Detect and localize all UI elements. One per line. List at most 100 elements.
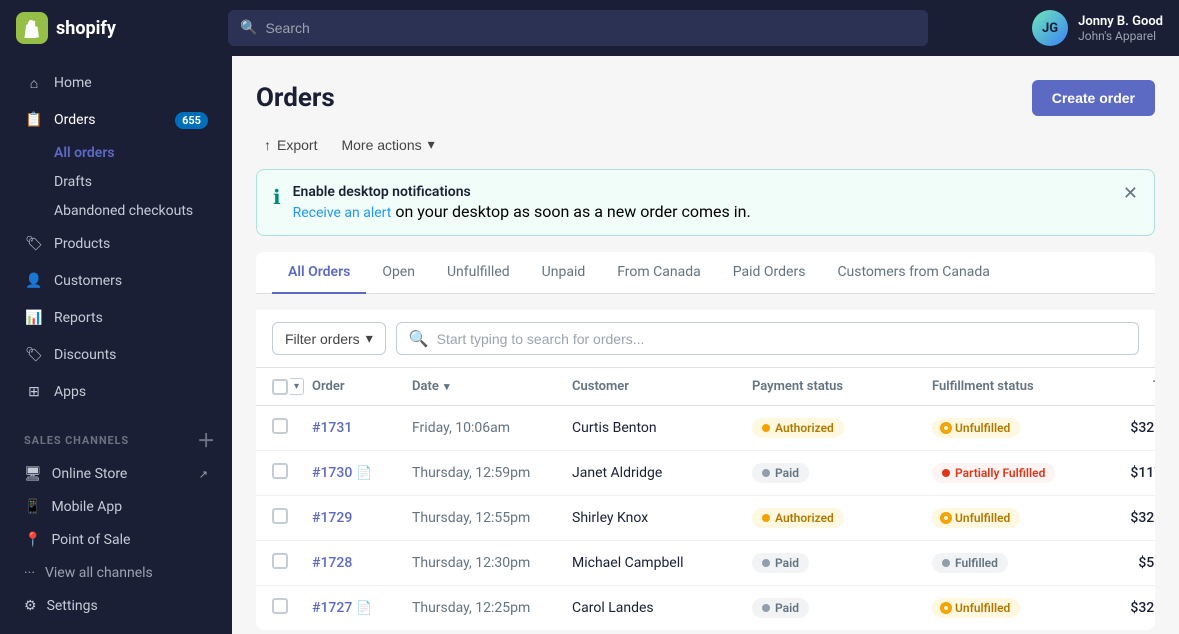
more-actions-button[interactable]: More actions ▾: [333, 132, 442, 157]
pos-icon: 📍: [24, 532, 41, 548]
payment-status-badge: Authorized: [752, 508, 844, 528]
orders-sub-menu: All orders Drafts Abandoned checkouts: [0, 139, 232, 225]
sidebar-item-label: Orders: [54, 112, 165, 128]
sidebar-item-label: Discounts: [54, 347, 208, 363]
top-nav: shopify 🔍 JG Jonny B. Good John's Appare…: [0, 0, 1179, 56]
sort-icon: ▾: [444, 380, 450, 393]
tabs: All Orders Open Unfulfilled Unpaid From …: [256, 252, 1155, 294]
col-header-total: Total: [1092, 379, 1155, 394]
badge-dot: [942, 514, 950, 522]
banner-close-button[interactable]: ✕: [1123, 184, 1138, 202]
settings-icon: ⚙: [24, 598, 37, 614]
banner-link[interactable]: Receive an alert: [293, 205, 392, 221]
fulfillment-status-cell: Unfulfilled: [932, 508, 1092, 528]
view-all-channels[interactable]: ··· View all channels: [8, 557, 224, 589]
date-cell: Thursday, 12:55pm: [412, 510, 572, 526]
total-cell: $329.00: [1092, 420, 1155, 436]
export-button[interactable]: ↑ Export: [256, 133, 325, 157]
fulfillment-status-badge: Unfulfilled: [932, 418, 1020, 438]
search-icon: 🔍: [240, 20, 257, 36]
sidebar: ⌂ Home 📋 Orders 655 All orders Drafts Ab…: [0, 56, 232, 634]
sidebar-item-reports[interactable]: 📊 Reports: [8, 300, 224, 336]
badge-dot: [762, 559, 770, 567]
row-checkbox-cell[interactable]: [272, 418, 312, 438]
tab-open[interactable]: Open: [366, 252, 431, 294]
col-header-date[interactable]: Date ▾: [412, 379, 572, 394]
header-checkbox-group[interactable]: ▾: [272, 378, 312, 395]
table-body: #1731 Friday, 10:06am Curtis Benton Auth…: [256, 406, 1155, 630]
order-link[interactable]: #1727: [312, 600, 352, 616]
total-cell: $329.00: [1092, 600, 1155, 616]
customer-cell: Carol Landes: [572, 600, 752, 616]
row-checkbox[interactable]: [272, 508, 288, 524]
global-search[interactable]: 🔍: [228, 10, 928, 46]
notification-banner: ℹ Enable desktop notifications Receive a…: [256, 169, 1155, 236]
export-icon: ↑: [264, 137, 271, 153]
tab-from-canada[interactable]: From Canada: [601, 252, 717, 294]
sidebar-item-label: Home: [54, 75, 208, 91]
sidebar-item-settings[interactable]: ⚙ Settings: [8, 590, 224, 622]
search-input[interactable]: [265, 20, 916, 36]
sidebar-item-orders[interactable]: 📋 Orders 655: [8, 102, 224, 138]
order-link[interactable]: #1731: [312, 420, 352, 436]
select-all-caret[interactable]: ▾: [290, 378, 304, 395]
logo[interactable]: shopify: [16, 12, 216, 44]
tab-paid-orders[interactable]: Paid Orders: [717, 252, 822, 294]
sidebar-item-online-store[interactable]: 🖥 Online Store ↗: [8, 458, 224, 490]
sidebar-item-apps[interactable]: ⊞ Apps: [8, 374, 224, 410]
order-search-bar[interactable]: 🔍: [396, 322, 1139, 355]
order-search-input[interactable]: [437, 331, 1126, 347]
sidebar-item-pos[interactable]: 📍 Point of Sale: [8, 524, 224, 556]
page-title: Orders: [256, 83, 335, 113]
sidebar-item-abandoned[interactable]: Abandoned checkouts: [8, 197, 224, 225]
user-area[interactable]: JG Jonny B. Good John's Apparel: [1032, 10, 1163, 46]
row-checkbox-cell[interactable]: [272, 463, 312, 483]
fulfillment-status-badge: Partially Fulfilled: [932, 463, 1055, 483]
sidebar-item-all-orders[interactable]: All orders: [8, 139, 224, 167]
order-link[interactable]: #1729: [312, 510, 352, 526]
date-cell: Thursday, 12:59pm: [412, 465, 572, 481]
filter-orders-button[interactable]: Filter orders ▾: [272, 322, 386, 355]
row-checkbox-cell[interactable]: [272, 553, 312, 573]
payment-status-cell: Paid: [752, 553, 932, 573]
order-link[interactable]: #1730: [312, 465, 352, 481]
order-link[interactable]: #1728: [312, 555, 352, 571]
badge-dot: [762, 424, 770, 432]
row-checkbox-cell[interactable]: [272, 598, 312, 618]
tab-unpaid[interactable]: Unpaid: [526, 252, 602, 294]
orders-icon: 📋: [24, 110, 44, 130]
fulfillment-status-cell: Unfulfilled: [932, 418, 1092, 438]
badge-dot: [942, 604, 950, 612]
settings-label: Settings: [47, 598, 98, 614]
row-checkbox[interactable]: [272, 598, 288, 614]
table-row: #1729 Thursday, 12:55pm Shirley Knox Aut…: [256, 496, 1155, 541]
create-order-button[interactable]: Create order: [1032, 80, 1155, 116]
external-link-icon[interactable]: ↗: [199, 468, 208, 481]
select-all-checkbox[interactable]: [272, 379, 288, 395]
banner-body: Receive an alert on your desktop as soon…: [293, 202, 1111, 221]
payment-status-badge: Paid: [752, 553, 809, 573]
sidebar-item-customers[interactable]: 👤 Customers: [8, 263, 224, 299]
payment-status-cell: Paid: [752, 598, 932, 618]
order-id-cell: #1730 📄: [312, 465, 412, 481]
order-id-cell: #1729: [312, 510, 412, 526]
row-checkbox[interactable]: [272, 463, 288, 479]
sidebar-item-drafts[interactable]: Drafts: [8, 168, 224, 196]
tab-all-orders[interactable]: All Orders: [272, 252, 366, 294]
row-checkbox-cell[interactable]: [272, 508, 312, 528]
tab-customers-canada[interactable]: Customers from Canada: [821, 252, 1005, 294]
sidebar-item-products[interactable]: 🏷 Products: [8, 226, 224, 262]
add-sales-channel-icon[interactable]: ＋: [197, 427, 216, 453]
sidebar-item-discounts[interactable]: 🏷 Discounts: [8, 337, 224, 373]
order-id-cell: #1727 📄: [312, 600, 412, 616]
sidebar-item-home[interactable]: ⌂ Home: [8, 65, 224, 101]
row-checkbox[interactable]: [272, 553, 288, 569]
row-checkbox[interactable]: [272, 418, 288, 434]
customers-icon: 👤: [24, 271, 44, 291]
fulfillment-status-cell: Partially Fulfilled: [932, 463, 1092, 483]
tab-unfulfilled[interactable]: Unfulfilled: [431, 252, 526, 294]
fulfillment-status-badge: Fulfilled: [932, 553, 1008, 573]
sidebar-item-label: Products: [54, 236, 208, 252]
ellipsis-icon: ···: [24, 565, 35, 581]
sidebar-item-mobile-app[interactable]: 📱 Mobile App: [8, 491, 224, 523]
